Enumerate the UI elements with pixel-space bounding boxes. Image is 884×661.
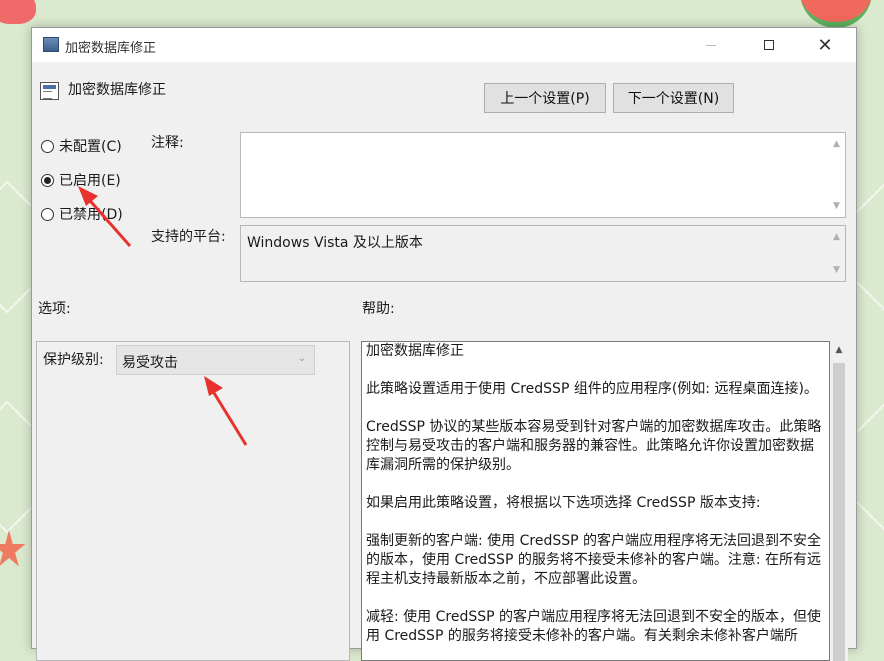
arrow-to-protection-level [204,376,248,446]
arrow-to-enabled [78,186,132,247]
annotation-arrows [78,186,248,446]
